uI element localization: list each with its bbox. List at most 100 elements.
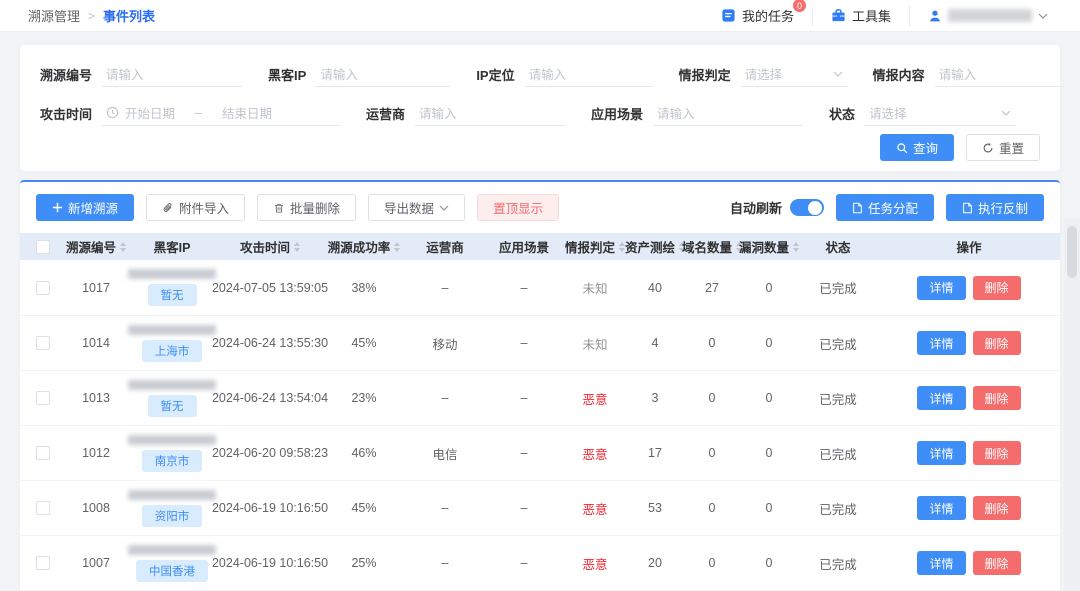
row-checkbox[interactable] [36,556,50,570]
assign-task-button[interactable]: 任务分配 [836,194,934,221]
delete-button[interactable]: 删除 [973,386,1021,410]
column-label: 操作 [956,237,981,256]
detail-button[interactable]: 详情 [917,386,965,410]
execute-counter-button[interactable]: 执行反制 [946,194,1044,221]
carrier-cell: – [406,281,484,295]
pin-top-button[interactable]: 置顶显示 [477,194,559,221]
end-date-placeholder: 结束日期 [222,103,272,122]
toolset-label: 工具集 [852,6,891,25]
actions-cell: 详情删除 [878,441,1060,465]
column-label: 资产测绘 [625,237,675,256]
delete-button[interactable]: 删除 [973,441,1021,465]
delete-button[interactable]: 删除 [973,276,1021,300]
trace-id-input[interactable]: 请输入 [102,62,242,87]
delete-button[interactable]: 删除 [973,496,1021,520]
domain-count-cell: 0 [684,556,740,570]
intel-judge-cell: 恶意 [564,389,626,408]
user-menu[interactable] [909,6,1066,26]
add-trace-button[interactable]: 新增溯源 [36,194,134,221]
ip-location-input[interactable]: 请输入 [525,62,653,87]
attack-time-cell: 2024-06-19 10:16:50 [218,556,322,570]
toolset-button[interactable]: 工具集 [812,6,909,26]
status-cell: 已完成 [798,444,878,463]
toggle-knob [808,201,822,215]
column-label: 情报判定 [565,237,615,256]
row-checkbox[interactable] [36,501,50,515]
auto-refresh-label: 自动刷新 [730,198,782,217]
attack-time-cell: 2024-07-05 13:59:05 [218,281,322,295]
domain-count-cell: 27 [684,281,740,295]
intel-judge-select[interactable]: 请选择 [741,62,847,87]
attachment-import-button[interactable]: 附件导入 [146,194,245,221]
range-separator: – [195,106,202,120]
table-row: 1014上海市2024-06-24 13:55:3045%移动–未知400已完成… [20,315,1060,370]
carrier-cell: – [406,501,484,515]
search-button[interactable]: 查询 [880,134,954,161]
app-scene-input[interactable]: 请输入 [653,101,803,126]
detail-button[interactable]: 详情 [917,276,965,300]
delete-button[interactable]: 删除 [973,331,1021,355]
col-vuln-count: 漏洞数量 [740,237,798,256]
asset-mapping-cell: 20 [626,556,684,570]
col-status: 状态 [798,237,878,256]
status-select[interactable]: 请选择 [865,101,1015,126]
trace-id-cell: 1012 [66,446,126,460]
col-asset-mapping: 资产测绘 [626,237,684,256]
row-checkbox[interactable] [36,281,50,295]
redacted-ip [128,490,216,500]
trace-id-cell: 1007 [66,556,126,570]
chevron-down-icon [439,205,449,211]
start-date-placeholder: 开始日期 [125,103,175,122]
filter-label: 情报内容 [873,65,925,84]
col-carrier: 运营商 [406,237,484,256]
column-label: 攻击时间 [240,237,290,256]
chevron-down-icon [1001,110,1011,116]
filter-label: 应用场景 [591,104,643,123]
row-checkbox[interactable] [36,446,50,460]
trace-id-cell: 1017 [66,281,126,295]
event-list-panel: 新增溯源 附件导入 批量删除 导出数据 置顶显示 [20,180,1060,591]
export-data-button[interactable]: 导出数据 [368,194,465,221]
auto-refresh-toggle[interactable] [790,199,824,216]
breadcrumb-parent[interactable]: 溯源管理 [28,6,80,25]
notification-badge: 0 [792,0,807,13]
carrier-input[interactable]: 请输入 [415,101,565,126]
table-row: 1013暂无2024-06-24 13:54:0423%––恶意300已完成详情… [20,370,1060,425]
intel-content-input[interactable]: 请输入 [935,62,1065,87]
vertical-scrollbar[interactable] [1064,219,1080,591]
success-rate-cell: 23% [322,391,406,405]
reset-button[interactable]: 重置 [966,134,1040,161]
attack-time-cell: 2024-06-24 13:54:04 [218,391,322,405]
detail-button[interactable]: 详情 [917,441,965,465]
delete-button[interactable]: 删除 [973,551,1021,575]
filter-field: 情报内容请输入 [873,62,1065,87]
column-label: 溯源编号 [66,237,116,256]
column-label: 运营商 [426,237,464,256]
select-all-checkbox[interactable] [36,240,50,254]
batch-delete-button[interactable]: 批量删除 [257,194,356,221]
scrollbar-thumb[interactable] [1067,226,1077,278]
col-attack-time: 攻击时间 [218,237,322,256]
row-checkbox[interactable] [36,336,50,350]
trace-id-cell: 1008 [66,501,126,515]
actions-cell: 详情删除 [878,331,1060,355]
sort-icon[interactable] [294,242,300,252]
hacker-ip-input[interactable]: 请输入 [316,62,450,87]
success-rate-cell: 25% [322,556,406,570]
actions-cell: 详情删除 [878,496,1060,520]
detail-button[interactable]: 详情 [917,496,965,520]
my-tasks-button[interactable]: 我的任务 0 [703,6,812,26]
ip-location-tag: 暂无 [148,284,197,306]
clock-icon [106,106,119,119]
table-header-row: 溯源编号黑客IP攻击时间溯源成功率运营商应用场景情报判定资产测绘域名数量漏洞数量… [20,233,1060,260]
row-checkbox[interactable] [36,391,50,405]
detail-button[interactable]: 详情 [917,551,965,575]
attack-time-range-input[interactable]: 开始日期 – 结束日期 [102,101,340,126]
carrier-cell: – [406,391,484,405]
plus-icon [52,202,63,213]
sort-icon[interactable] [394,242,400,252]
vuln-count-cell: 0 [740,501,798,515]
detail-button[interactable]: 详情 [917,331,965,355]
placeholder-text: 请选择 [869,103,907,122]
placeholder-text: 请选择 [745,64,783,83]
